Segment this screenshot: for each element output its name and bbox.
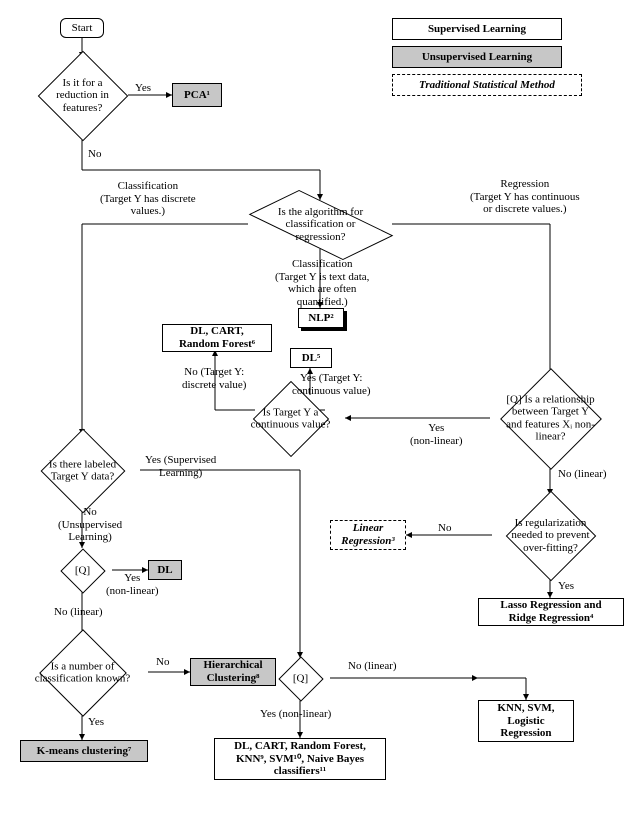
decision-nonlinear-reg-label: [Q] Is a relationshipbetween Target Yand…	[506, 393, 595, 443]
label-no-linear: No (linear)	[558, 468, 607, 481]
legend-traditional-label: Traditional Statistical Method	[419, 79, 555, 92]
node-knn-svm-logistic: KNN, SVM,LogisticRegression	[478, 700, 574, 742]
node-dl-cart-rf-label: DL, CART,Random Forest⁶	[179, 325, 255, 350]
decision-regularize: Is regularizationneeded to preventover-f…	[550, 535, 551, 536]
label-yes-nonlinear: Yes(non-linear)	[410, 422, 463, 447]
node-dl-cart-rf: DL, CART,Random Forest⁶	[162, 324, 272, 352]
start-node: Start	[60, 18, 104, 38]
node-nlp: NLP²	[298, 308, 344, 328]
decision-continuous: Is Target Y acontinuous value?	[290, 418, 291, 419]
decision-numclass: Is a number ofclassification known?	[82, 672, 83, 673]
decision-class-or-reg-label: Is the algorithm forclassification orreg…	[278, 206, 363, 243]
label-no-numclass: No	[156, 656, 169, 669]
node-nlp-label: NLP²	[308, 312, 333, 325]
label-no-lin3: No (linear)	[348, 660, 397, 673]
node-dl-cart-rf-knn: DL, CART, Random Forest,KNN⁹, SVM¹⁰, Nai…	[214, 738, 386, 780]
label-yes-1: Yes	[135, 82, 151, 95]
node-linear-regression: LinearRegression³	[330, 520, 406, 550]
decision-q2: [Q]	[300, 678, 301, 679]
label-class-text: Classification(Target Y is text data,whi…	[275, 258, 369, 309]
decision-numclass-label: Is a number ofclassification known?	[35, 660, 131, 685]
label-yes-numclass: Yes	[88, 716, 104, 729]
node-kmeans-label: K-means clustering⁷	[37, 745, 132, 758]
decision-q1: [Q]	[82, 570, 83, 571]
label-no-lin2: No (linear)	[54, 606, 103, 619]
node-dl-label: DL	[157, 564, 172, 577]
label-no-discrete: No (Target Y:discrete value)	[182, 366, 246, 391]
legend-supervised: Supervised Learning	[392, 18, 562, 40]
node-dl: DL	[148, 560, 182, 580]
decision-reduction-label: Is it for areduction infeatures?	[56, 77, 109, 114]
node-dl5: DL⁵	[290, 348, 332, 368]
label-classification: Classification(Target Y has discretevalu…	[100, 180, 196, 218]
decision-regularize-label: Is regularizationneeded to preventover-f…	[511, 517, 589, 554]
decision-q1-label: [Q]	[75, 564, 90, 576]
decision-class-or-reg: Is the algorithm forclassification orreg…	[320, 224, 321, 225]
node-lasso-ridge: Lasso Regression andRidge Regression⁴	[478, 598, 624, 626]
label-yes-nl3: Yes (non-linear)	[260, 708, 331, 721]
node-hierarchical-label: HierarchicalClustering⁸	[203, 659, 262, 684]
node-dl5-label: DL⁵	[302, 352, 321, 365]
node-hierarchical: HierarchicalClustering⁸	[190, 658, 276, 686]
decision-labeled-label: Is there labeledTarget Y data?	[49, 458, 116, 483]
node-dl-cart-rf-knn-label: DL, CART, Random Forest,KNN⁹, SVM¹⁰, Nai…	[234, 740, 366, 778]
node-pca-label: PCA¹	[184, 89, 210, 102]
decision-continuous-label: Is Target Y acontinuous value?	[251, 406, 331, 431]
legend-supervised-label: Supervised Learning	[428, 23, 526, 36]
node-lasso-ridge-label: Lasso Regression andRidge Regression⁴	[500, 599, 601, 624]
decision-labeled: Is there labeledTarget Y data?	[82, 470, 83, 471]
label-regression: Regression(Target Y has continuousor dis…	[470, 178, 580, 216]
label-no-unsupervised: No(UnsupervisedLearning)	[58, 506, 122, 544]
label-no-2: No	[438, 522, 451, 535]
label-no-1: No	[88, 148, 101, 161]
label-yes-continuous: Yes (Target Y:continuous value)	[292, 372, 371, 397]
flowchart-canvas: Supervised Learning Unsupervised Learnin…	[0, 0, 640, 819]
node-knn-svm-logistic-label: KNN, SVM,LogisticRegression	[497, 702, 554, 740]
label-yes-supervised: Yes (SupervisedLearning)	[145, 454, 216, 479]
decision-reduction: Is it for areduction infeatures?	[82, 95, 83, 96]
legend-traditional: Traditional Statistical Method	[392, 74, 582, 96]
node-pca: PCA¹	[172, 83, 222, 107]
decision-nonlinear-reg: [Q] Is a relationshipbetween Target Yand…	[550, 418, 551, 419]
label-yes-3: Yes	[558, 580, 574, 593]
node-linear-regression-label: LinearRegression³	[341, 522, 394, 547]
decision-q2-label: [Q]	[293, 672, 308, 684]
legend-unsupervised: Unsupervised Learning	[392, 46, 562, 68]
node-kmeans: K-means clustering⁷	[20, 740, 148, 762]
legend-unsupervised-label: Unsupervised Learning	[422, 51, 532, 64]
start-label: Start	[72, 22, 93, 35]
